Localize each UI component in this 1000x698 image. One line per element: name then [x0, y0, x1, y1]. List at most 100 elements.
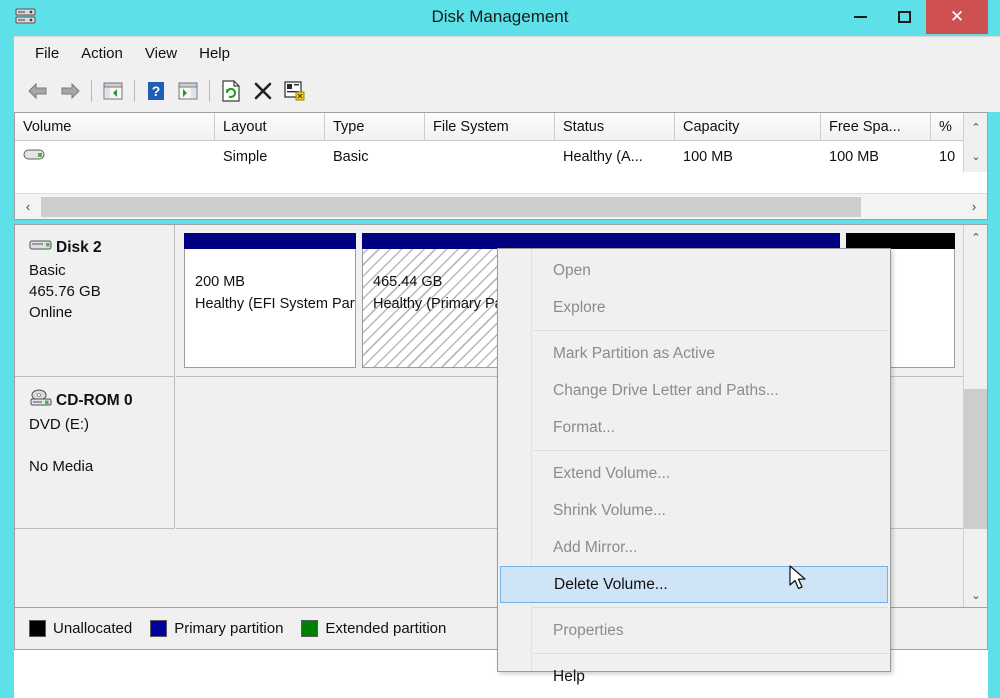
legend-label-primary: Primary partition [174, 620, 284, 637]
legend-item-unallocated: Unallocated [29, 620, 132, 637]
column-header-free-space[interactable]: Free Spa... [821, 113, 931, 141]
file-system-cell [425, 142, 555, 172]
disk-status-label: No Media [29, 458, 94, 475]
disk-size-label [29, 435, 174, 456]
disk-status-label: Online [29, 304, 73, 321]
disk-name-label: CD-ROM 0 [56, 391, 133, 409]
toolbar-separator [134, 80, 135, 102]
context-menu-separator [533, 330, 888, 331]
scroll-up-icon[interactable]: ⌃ [964, 113, 988, 142]
disk-name-label: Disk 2 [56, 238, 102, 256]
hard-disk-icon [29, 237, 53, 258]
free-space-cell: 100 MB [829, 149, 879, 165]
graphical-pane-vertical-scrollbar[interactable]: ⌃ ⌄ [963, 225, 987, 607]
show-hide-action-pane-icon[interactable] [172, 75, 204, 107]
back-icon[interactable] [22, 75, 54, 107]
context-menu-item-properties[interactable]: Properties [498, 612, 890, 649]
column-header-type[interactable]: Type [325, 113, 425, 141]
gfx-vscroll-thumb[interactable] [964, 389, 987, 529]
context-menu-item-help[interactable]: Help [498, 658, 890, 695]
disk-type-label: DVD (E:) [29, 416, 89, 433]
minimize-button[interactable] [838, 0, 882, 34]
context-menu-item-delete-volume[interactable]: Delete Volume... [500, 566, 888, 603]
disk-title: CD-ROM 0 [29, 389, 174, 412]
percent-cell: 10 [939, 149, 956, 165]
context-menu-separator [533, 653, 888, 654]
partition-details: 200 MB Healthy (EFI System Partition) [184, 249, 356, 368]
volume-list-pane: Volume Layout Type File System Status Ca… [14, 112, 988, 220]
column-header-volume[interactable]: Volume [15, 113, 215, 141]
layout-cell: Simple [223, 149, 268, 165]
column-header-layout[interactable]: Layout [215, 113, 325, 141]
context-menu-item-change-drive-letter-and-paths[interactable]: Change Drive Letter and Paths... [498, 372, 890, 409]
forward-icon[interactable] [54, 75, 86, 107]
rescan-disks-icon[interactable] [215, 75, 247, 107]
menu-bar: File Action View Help [14, 36, 1000, 70]
legend-item-primary-partition: Primary partition [150, 620, 283, 637]
legend-item-extended-partition: Extended partition [301, 620, 446, 637]
table-row[interactable]: Simple Basic Healthy (A... 100 MB 100 MB… [15, 142, 987, 172]
column-header-capacity[interactable]: Capacity [675, 113, 821, 141]
maximize-button[interactable] [882, 0, 926, 34]
column-header-percent[interactable]: % [931, 113, 965, 141]
hscroll-thumb[interactable] [41, 196, 861, 217]
context-menu-item-extend-volume[interactable]: Extend Volume... [498, 455, 890, 492]
disk-management-window: Disk Management ✕ File Action View Help [0, 0, 1000, 698]
context-menu-separator [533, 607, 888, 608]
column-header-file-system[interactable]: File System [425, 113, 555, 141]
volume-drive-icon [23, 142, 45, 172]
scroll-up-icon[interactable]: ⌃ [964, 225, 987, 249]
context-menu-item-mark-partition-as-active[interactable]: Mark Partition as Active [498, 335, 890, 372]
column-header-status[interactable]: Status [555, 113, 675, 141]
capacity-cell: 100 MB [683, 149, 733, 165]
disk-info-disk-2[interactable]: Disk 2 Basic 465.76 GB Online [15, 225, 175, 377]
properties-icon[interactable] [279, 75, 311, 107]
type-cell: Basic [333, 149, 369, 165]
disk-size-label: 465.76 GB [29, 283, 101, 300]
volume-list-vertical-scrollbar[interactable]: ⌃ ⌄ [963, 113, 987, 172]
close-icon: ✕ [949, 7, 965, 26]
legend-swatch-extended [301, 620, 319, 637]
title-bar: Disk Management ✕ [0, 0, 1000, 34]
show-hide-console-tree-icon[interactable] [97, 75, 129, 107]
menu-file[interactable]: File [24, 41, 70, 66]
cdrom-icon [29, 389, 53, 412]
scroll-left-icon[interactable]: ‹ [15, 194, 41, 220]
disk-title: Disk 2 [29, 237, 174, 258]
disk-type-label: Basic [29, 262, 66, 279]
close-button[interactable]: ✕ [926, 0, 988, 34]
context-menu-item-add-mirror[interactable]: Add Mirror... [498, 529, 890, 566]
context-menu-item-shrink-volume[interactable]: Shrink Volume... [498, 492, 890, 529]
scroll-right-icon[interactable]: › [961, 194, 987, 220]
toolbar-separator [91, 80, 92, 102]
partition-color-bar [362, 233, 840, 249]
partition-size: 200 MB [195, 274, 245, 290]
partition-status: Healthy (EFI System Partition) [195, 296, 355, 312]
menu-action[interactable]: Action [70, 41, 134, 66]
status-cell: Healthy (A... [563, 149, 643, 165]
partition-color-bar [845, 233, 955, 249]
context-menu-item-format[interactable]: Format... [498, 409, 890, 446]
context-menu: Open Explore Mark Partition as Active Ch… [497, 248, 891, 685]
volume-list-header: Volume Layout Type File System Status Ca… [15, 113, 987, 141]
context-menu-item-open[interactable]: Open [498, 252, 890, 289]
toolbar-separator [209, 80, 210, 102]
menu-view[interactable]: View [134, 41, 188, 66]
minimize-icon [853, 16, 867, 18]
help-icon[interactable]: ? [140, 75, 172, 107]
hscroll-track[interactable] [41, 194, 961, 220]
partition-color-bar [184, 233, 356, 249]
toolbar: ? [14, 70, 1000, 112]
volume-cell [15, 142, 215, 172]
menu-help[interactable]: Help [188, 41, 241, 66]
partition-efi[interactable]: 200 MB Healthy (EFI System Partition) [184, 233, 356, 368]
volume-list-horizontal-scrollbar[interactable]: ‹ › [15, 193, 987, 219]
disk-info-cdrom-0[interactable]: CD-ROM 0 DVD (E:) No Media [15, 377, 175, 529]
legend-swatch-primary [150, 620, 168, 637]
legend-swatch-unallocated [29, 620, 46, 637]
delete-icon[interactable] [247, 75, 279, 107]
scroll-down-icon[interactable]: ⌄ [964, 583, 987, 607]
context-menu-item-explore[interactable]: Explore [498, 289, 890, 326]
scroll-down-icon[interactable]: ⌄ [964, 142, 988, 171]
gfx-vscroll-track[interactable] [964, 249, 987, 583]
